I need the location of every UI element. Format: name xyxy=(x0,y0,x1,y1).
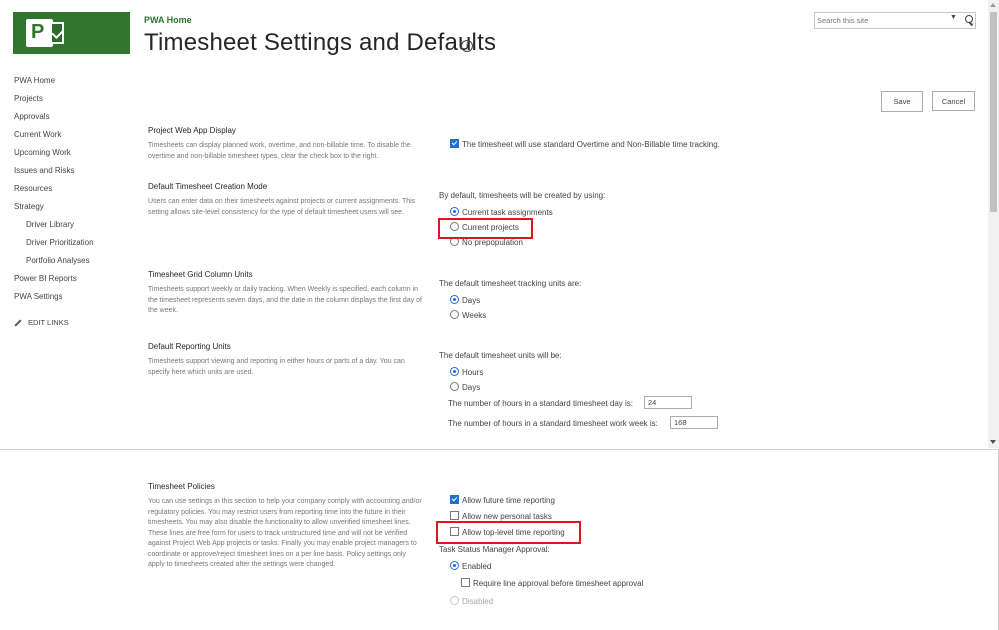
current-task-assignments-radio[interactable] xyxy=(450,207,459,217)
scroll-thumb[interactable] xyxy=(990,12,997,212)
allow-new-personal-tasks-checkbox[interactable] xyxy=(450,511,459,521)
task-status-manager-label: Task Status Manager Approval: xyxy=(439,545,550,554)
option-current-task-assignments[interactable]: Current task assignments xyxy=(450,207,553,217)
screenshot-divider xyxy=(0,449,999,450)
option-grid-weeks[interactable]: Weeks xyxy=(450,310,486,320)
logo-arrow-icon xyxy=(50,22,64,44)
require-line-approval-checkbox[interactable] xyxy=(461,578,470,588)
grid-weeks-radio[interactable] xyxy=(450,310,459,320)
nav-item-approvals[interactable]: Approvals xyxy=(14,112,50,121)
option-tsm-disabled[interactable]: Disabled xyxy=(450,596,493,606)
highlight-box-current-projects xyxy=(438,218,533,239)
option-reporting-days[interactable]: Days xyxy=(450,382,480,392)
creation-mode-prompt: By default, timesheets will be created b… xyxy=(439,191,606,200)
search-box[interactable]: ▼ xyxy=(814,12,976,29)
info-icon[interactable]: i xyxy=(461,40,473,52)
grid-units-prompt: The default timesheet tracking units are… xyxy=(439,279,582,288)
option-require-line-approval[interactable]: Require line approval before timesheet a… xyxy=(461,578,643,588)
section-desc-grid-units: Timesheets support weekly or daily track… xyxy=(148,286,422,314)
scroll-up-arrow-icon[interactable] xyxy=(990,3,996,7)
section-title-display: Project Web App Display xyxy=(148,126,236,135)
allow-future-time-checkbox[interactable] xyxy=(450,495,459,505)
hours-per-day-label: The number of hours in a standard timesh… xyxy=(448,399,633,408)
nav-item-driver-prioritization[interactable]: Driver Prioritization xyxy=(26,238,94,247)
nav-item-strategy[interactable]: Strategy xyxy=(14,202,44,211)
option-no-prepopulation[interactable]: No prepopulation xyxy=(450,237,523,247)
nav-item-portfolio-analyses[interactable]: Portfolio Analyses xyxy=(26,256,90,265)
grid-days-radio[interactable] xyxy=(450,295,459,305)
reporting-units-prompt: The default timesheet units will be: xyxy=(439,351,562,360)
logo-tile-icon: P xyxy=(26,19,53,47)
section-title-grid-units: Timesheet Grid Column Units xyxy=(148,270,253,279)
nav-item-power-bi-reports[interactable]: Power BI Reports xyxy=(14,274,77,283)
project-logo[interactable]: P xyxy=(13,12,130,54)
reporting-hours-radio[interactable] xyxy=(450,367,459,377)
nav-item-driver-library[interactable]: Driver Library xyxy=(26,220,74,229)
section-desc-creation-mode: Users can enter data on their timesheets… xyxy=(148,198,416,216)
section-title-creation-mode: Default Timesheet Creation Mode xyxy=(148,182,268,191)
hours-per-day-field[interactable] xyxy=(644,396,692,409)
option-reporting-hours[interactable]: Hours xyxy=(450,367,483,377)
nav-item-current-work[interactable]: Current Work xyxy=(14,130,61,139)
reporting-days-radio[interactable] xyxy=(450,382,459,392)
nav-item-pwa-home[interactable]: PWA Home xyxy=(14,76,55,85)
hours-per-week-field[interactable] xyxy=(670,416,718,429)
nav-item-projects[interactable]: Projects xyxy=(14,94,43,103)
overtime-nonbillable-checkbox[interactable] xyxy=(450,139,459,149)
nav-item-resources[interactable]: Resources xyxy=(14,184,52,193)
nav-item-pwa-settings[interactable]: PWA Settings xyxy=(14,292,63,301)
option-allow-future-time[interactable]: Allow future time reporting xyxy=(450,495,555,505)
tsm-disabled-radio[interactable] xyxy=(450,596,459,606)
hours-per-week-label: The number of hours in a standard timesh… xyxy=(448,419,658,428)
section-desc-reporting-units: Timesheets support viewing and reporting… xyxy=(148,358,405,376)
page-title: Timesheet Settings and Defaults xyxy=(144,29,497,56)
option-tsm-enabled[interactable]: Enabled xyxy=(450,561,491,571)
option-grid-days[interactable]: Days xyxy=(450,295,480,305)
edit-links-link[interactable]: EDIT LINKS xyxy=(14,318,69,327)
scroll-down-arrow-icon[interactable] xyxy=(990,440,996,444)
search-input[interactable] xyxy=(817,14,945,26)
save-button[interactable]: Save xyxy=(881,91,923,112)
cancel-button[interactable]: Cancel xyxy=(932,91,975,111)
search-scope-dropdown-icon[interactable]: ▼ xyxy=(950,14,957,21)
option-overtime-nonbillable[interactable]: The timesheet will use standard Overtime… xyxy=(450,139,720,149)
option-allow-new-personal-tasks[interactable]: Allow new personal tasks xyxy=(450,511,552,521)
section-desc-policies: You can use settings in this section to … xyxy=(148,498,422,568)
breadcrumb-pwa-home[interactable]: PWA Home xyxy=(144,15,192,25)
pencil-icon xyxy=(14,319,22,327)
vertical-scrollbar[interactable] xyxy=(988,0,999,448)
section-title-policies: Timesheet Policies xyxy=(148,482,215,491)
nav-item-upcoming-work[interactable]: Upcoming Work xyxy=(14,148,71,157)
tsm-enabled-radio[interactable] xyxy=(450,561,459,571)
search-icon[interactable] xyxy=(965,15,973,23)
nav-item-issues-and-risks[interactable]: Issues and Risks xyxy=(14,166,74,175)
section-title-reporting-units: Default Reporting Units xyxy=(148,342,231,351)
highlight-box-top-level-time xyxy=(436,521,581,544)
section-desc-display: Timesheets can display planned work, ove… xyxy=(148,142,411,160)
